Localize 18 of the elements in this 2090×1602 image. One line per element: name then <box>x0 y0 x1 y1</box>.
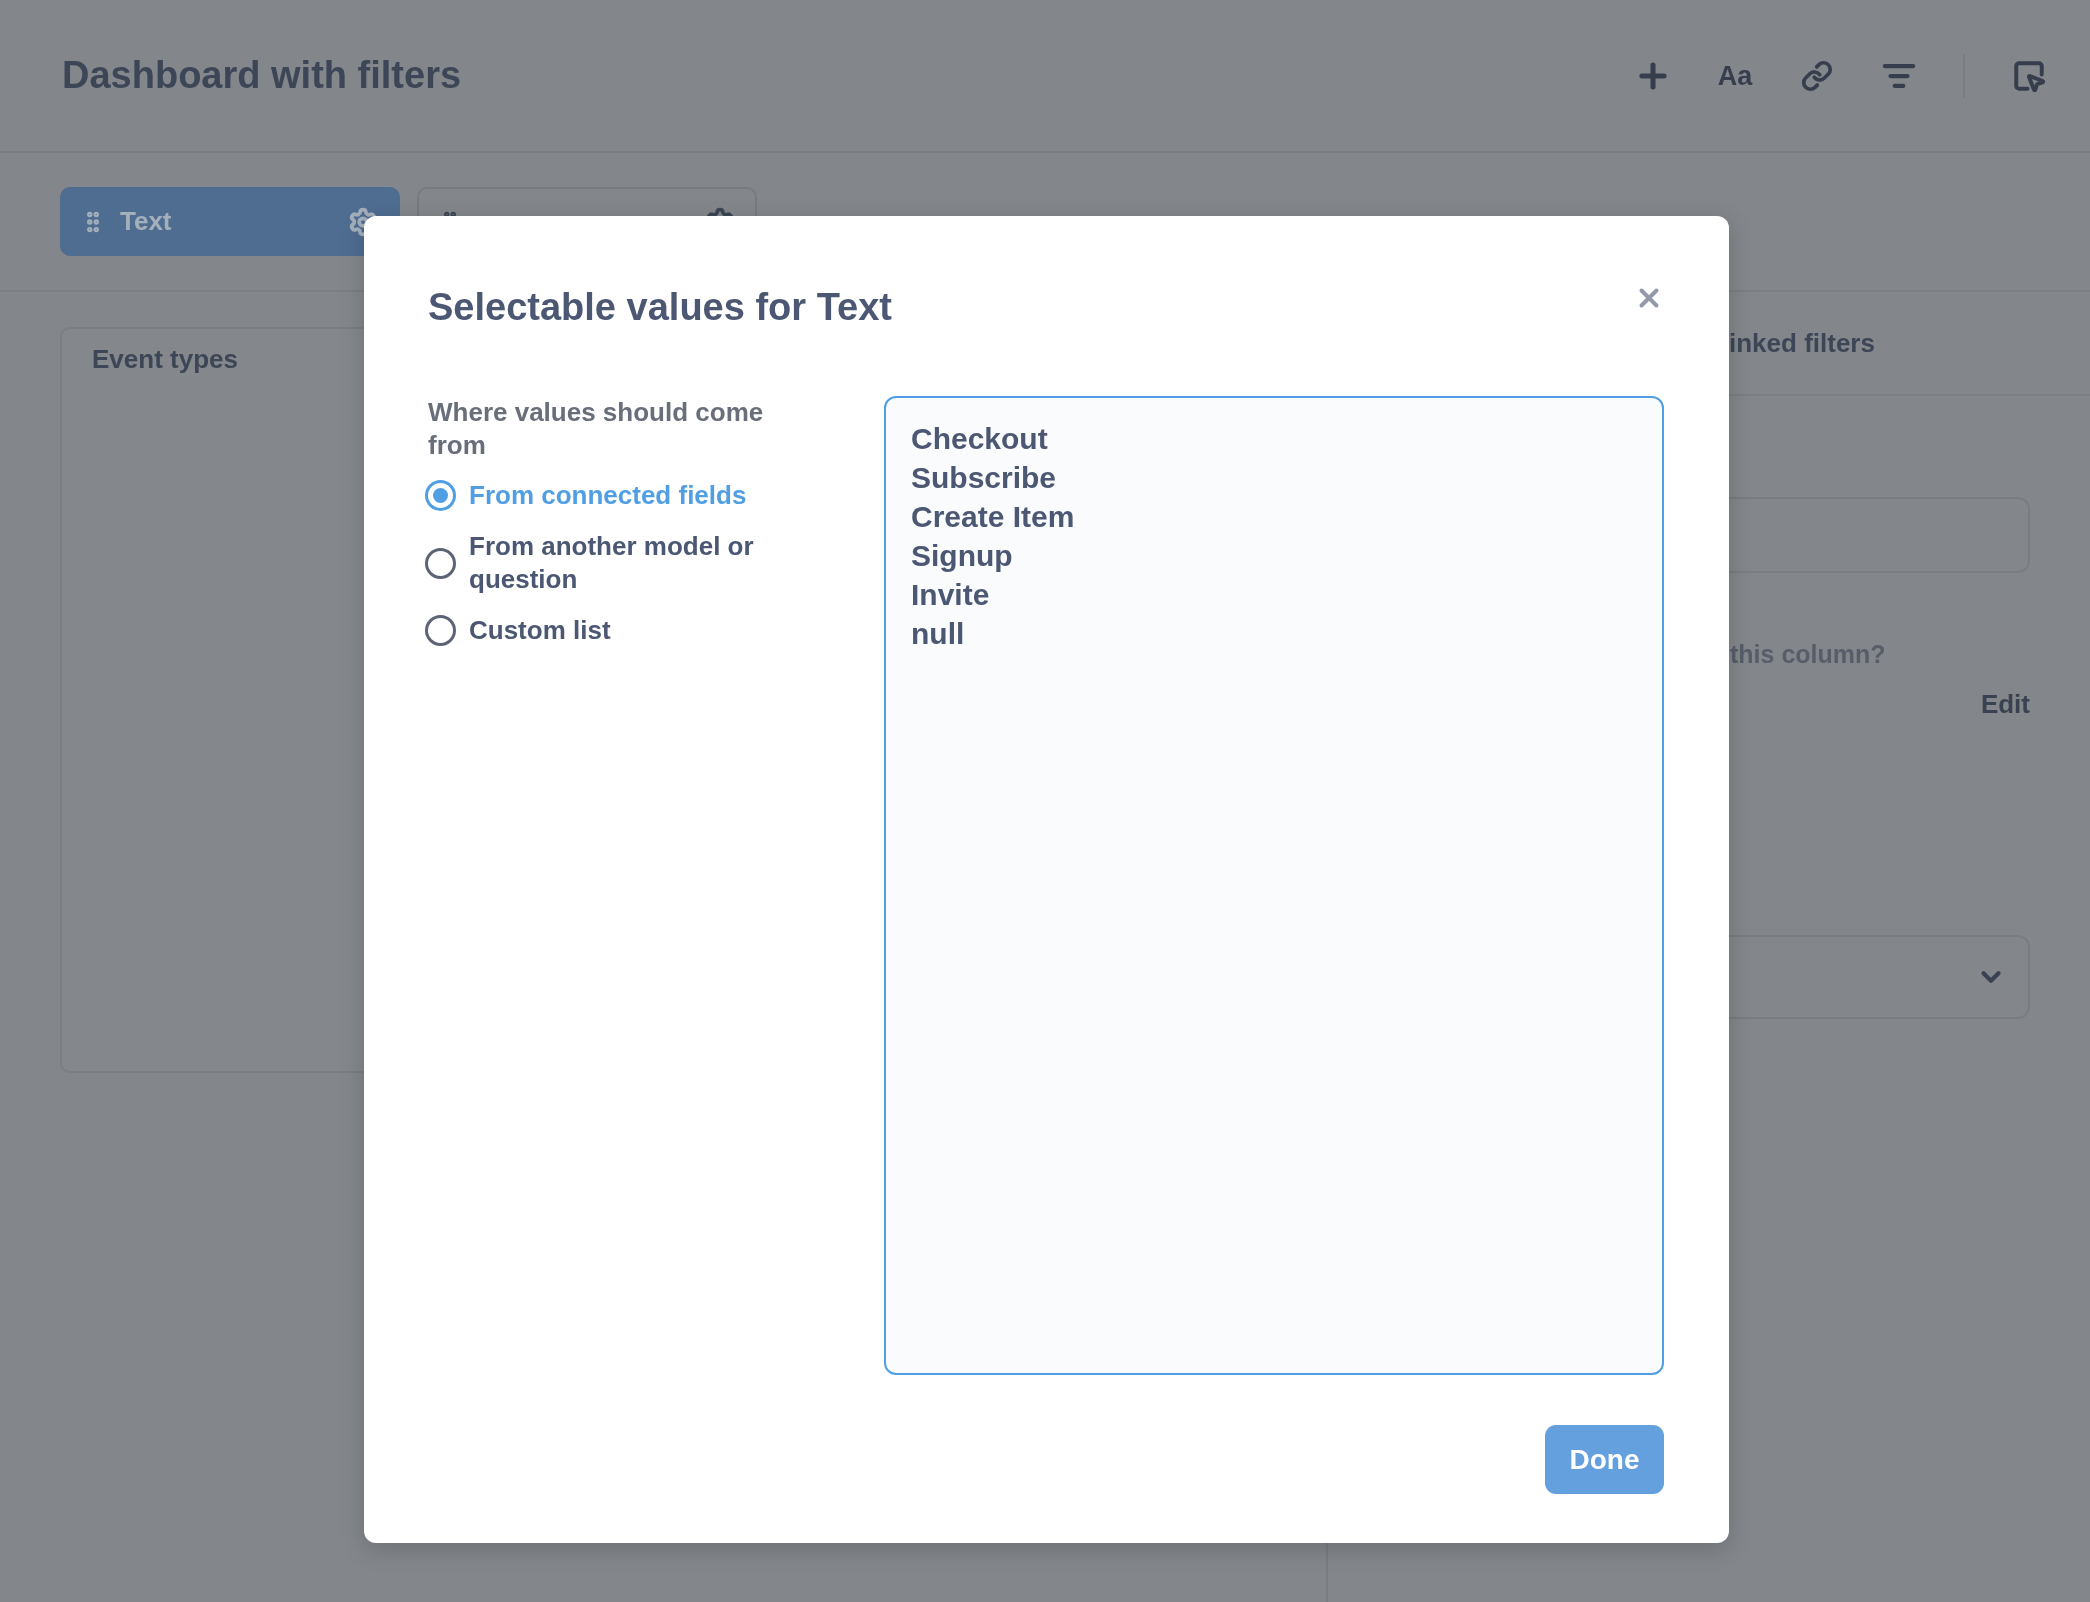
radio-button[interactable] <box>425 547 456 579</box>
values-textarea[interactable]: Checkout Subscribe Create Item Signup Invite null <box>884 396 1664 1375</box>
filter-tab[interactable]: Text <box>60 187 400 256</box>
cursor-box-icon[interactable] <box>2012 58 2046 93</box>
link-icon[interactable] <box>1801 59 1833 92</box>
radio-button[interactable] <box>425 615 456 646</box>
done-button[interactable]: Done <box>1545 1425 1664 1494</box>
radio-option[interactable]: From connected fields <box>428 479 798 512</box>
text-button[interactable]: Aa <box>1717 59 1753 92</box>
radio-option[interactable]: Custom list <box>428 614 798 647</box>
edit-link[interactable]: Edit <box>1980 689 2030 719</box>
dashboard-title: Dashboard with filters <box>62 54 462 97</box>
radio-option[interactable]: From another model or question <box>428 530 798 596</box>
radio-button[interactable] <box>425 480 456 511</box>
card-title: Event types <box>92 343 238 375</box>
sidebar-tab[interactable]: inked filters <box>1729 327 1875 359</box>
source-label: Where values should come from <box>428 396 765 462</box>
modal-title: Selectable values for Text <box>428 285 892 330</box>
